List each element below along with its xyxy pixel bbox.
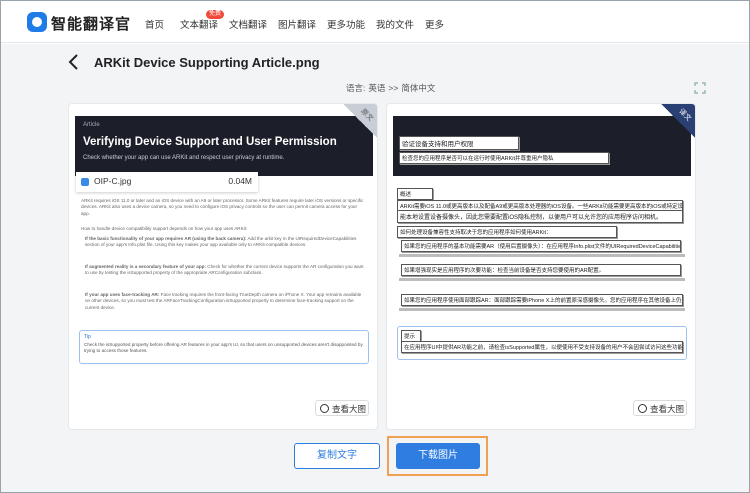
view-large-button[interactable]: 查看大图 xyxy=(315,400,369,416)
doc-bullet: If the basic functionality of your app r… xyxy=(85,236,357,248)
translated-bullet: 如果您的应用程序使用面部跟踪AR：面部跟踪需要iPhone X上的前置原深感摄像… xyxy=(401,294,683,306)
source-language: 英语 xyxy=(368,83,386,93)
view-large-label: 查看大图 xyxy=(650,404,685,414)
doc-subtitle: Check whether your app can use ARKit and… xyxy=(83,155,285,161)
translated-doc-header: 验证设备支持和用户权限 检查您的应用程序是否可以在运行时使用ARKit并尊重用户… xyxy=(393,116,691,176)
doc-eyebrow: Article xyxy=(83,122,100,128)
view-large-button[interactable]: 查看大图 xyxy=(633,400,687,416)
nav-image-translate[interactable]: 图片翻译 xyxy=(278,17,316,31)
translated-image-card: 验证设备支持和用户权限 检查您的应用程序是否可以在运行时使用ARKit并尊重用户… xyxy=(386,103,696,430)
nav-text-translate[interactable]: 文本翻译 xyxy=(180,17,218,31)
tip-text: Check the isSupported property before of… xyxy=(84,342,363,354)
doc-paragraph: How to handle device compatibility suppo… xyxy=(81,226,248,231)
translated-bullet: 如果增强现实是应用程序的次要功能：检查当前设备是否支持您要使用的AR配置。 xyxy=(401,264,681,276)
text-line xyxy=(399,278,685,281)
translated-tip-box: 提示 在应用程序UI中提供AR功能之前，请检查isSupported属性，以便使… xyxy=(397,326,687,360)
nav-more-features[interactable]: 更多功能 xyxy=(327,17,365,31)
back-arrow-icon[interactable] xyxy=(66,53,80,71)
image-file-icon xyxy=(81,178,89,186)
view-large-label: 查看大图 xyxy=(332,404,367,414)
doc-bullet: If augmented reality is a secondary feat… xyxy=(85,264,364,276)
original-tag-label: 原文 xyxy=(359,107,375,123)
file-size: 0.04M xyxy=(228,176,252,186)
translated-paragraph: 如何处理设备兼容性支持取决于您的应用程序如何使用ARKit： xyxy=(397,226,617,238)
tip-box: Tip Check the isSupported property befor… xyxy=(79,330,369,364)
free-badge: 免费 xyxy=(206,10,225,19)
text-line xyxy=(399,254,685,257)
zoom-in-icon xyxy=(320,404,329,413)
nav-more[interactable]: 更多 xyxy=(425,17,444,31)
nav-doc-translate[interactable]: 文档翻译 xyxy=(229,17,267,31)
zoom-in-icon xyxy=(638,404,647,413)
translated-tag-label: 译文 xyxy=(677,107,693,123)
top-navigation: 智能翻译官 首页 文本翻译 免费 文档翻译 图片翻译 更多功能 我的文件 更多 xyxy=(1,1,749,43)
doc-paragraph: ARKit requires iOS 11.0 or later and an … xyxy=(81,198,364,216)
nav-my-files[interactable]: 我的文件 xyxy=(376,17,414,31)
file-chip[interactable]: OIP-C.jpg 0.04M xyxy=(76,172,258,192)
doc-bullet: If your app uses face-tracking AR: Face … xyxy=(85,292,362,310)
original-corner-tag: 原文 xyxy=(343,104,377,138)
language-indicator: 语言: 英语 >> 简体中文 xyxy=(346,82,438,94)
nav-home[interactable]: 首页 xyxy=(145,17,164,31)
translated-heading: 概述 xyxy=(397,188,433,200)
fullscreen-icon[interactable] xyxy=(694,82,706,94)
translated-bullet: 如果您的应用程序的基本功能需要AR（使用后置摄像头）：在应用程序Info.pli… xyxy=(401,240,681,252)
lang-arrow: >> xyxy=(388,83,399,93)
text-line xyxy=(399,308,685,311)
target-language: 简体中文 xyxy=(401,83,436,93)
translated-paragraph: 能本地设置设备摄像头，因此您需要配置iOS隐私控制，以便用户可以允许您的应用程序… xyxy=(397,210,683,223)
translated-tip-text: 在应用程序UI中提供AR功能之前，请检查isSupported属性，以便使用不受… xyxy=(401,341,683,353)
page-title: ARKit Device Supporting Article.png xyxy=(94,55,320,70)
translated-title: 验证设备支持和用户权限 xyxy=(399,136,519,150)
translated-subtitle: 检查您的应用程序是否可以在运行时使用ARKit并尊重用户隐私 xyxy=(399,152,609,164)
translated-corner-tag: 译文 xyxy=(661,104,695,138)
app-logo-icon[interactable] xyxy=(27,12,47,32)
doc-title: Verifying Device Support and User Permis… xyxy=(83,136,337,148)
original-image-card: Article Verifying Device Support and Use… xyxy=(68,103,378,430)
download-image-button[interactable]: 下载图片 xyxy=(396,443,480,469)
file-name: OIP-C.jpg xyxy=(94,176,132,186)
tip-title: Tip xyxy=(84,334,91,340)
lang-label: 语言: xyxy=(346,83,366,93)
original-doc-header: Article Verifying Device Support and Use… xyxy=(75,116,373,176)
copy-text-button[interactable]: 复制文字 xyxy=(294,443,380,469)
brand-name[interactable]: 智能翻译官 xyxy=(51,13,131,34)
